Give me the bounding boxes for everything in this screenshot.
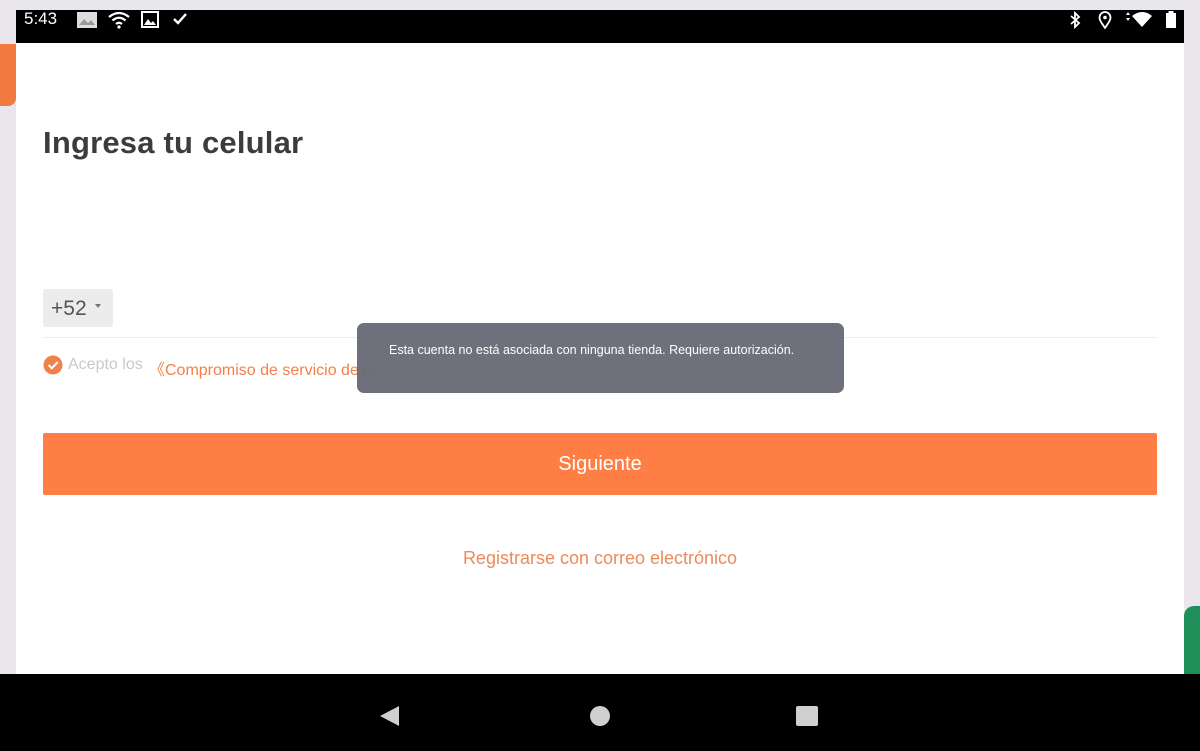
status-bar: 5:43 bbox=[16, 10, 1184, 43]
gallery-icon bbox=[141, 11, 159, 28]
dropdown-caret-icon bbox=[95, 304, 101, 308]
agreement-checkbox[interactable] bbox=[43, 355, 63, 375]
home-icon[interactable] bbox=[590, 706, 610, 726]
wifi-icon bbox=[108, 11, 130, 29]
service-agreement-link[interactable]: 《Compromiso de servicio de re bbox=[149, 356, 378, 380]
page-title: Ingresa tu celular bbox=[43, 125, 304, 160]
notification-image-icon bbox=[77, 12, 97, 28]
toast-message: Esta cuenta no está asociada con ninguna… bbox=[357, 323, 844, 393]
country-code-value: +52 bbox=[51, 297, 87, 320]
register-with-email-link[interactable]: Registrarse con correo electrónico bbox=[16, 548, 1184, 569]
status-time: 5:43 bbox=[24, 9, 58, 28]
back-icon[interactable] bbox=[380, 706, 399, 726]
next-button-label: Siguiente bbox=[558, 452, 642, 475]
location-icon bbox=[1098, 11, 1112, 29]
decorative-orange-shape bbox=[0, 44, 16, 106]
toast-text: Esta cuenta no está asociada con ninguna… bbox=[389, 343, 795, 357]
agreement-label: Acepto los bbox=[68, 356, 143, 373]
navigation-bar bbox=[0, 674, 1200, 751]
country-code-selector[interactable]: +52 bbox=[43, 289, 113, 327]
check-icon bbox=[173, 13, 187, 25]
recents-icon[interactable] bbox=[796, 706, 818, 726]
bluetooth-icon bbox=[1070, 11, 1081, 29]
wifi-signal-icon bbox=[1126, 12, 1152, 27]
next-button[interactable]: Siguiente bbox=[43, 433, 1157, 495]
battery-icon bbox=[1166, 11, 1176, 28]
